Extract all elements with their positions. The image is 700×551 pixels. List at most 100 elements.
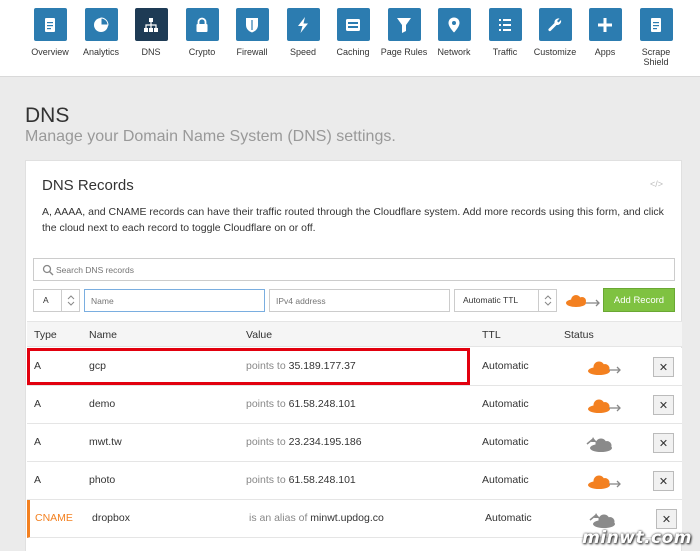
location-pin-icon	[437, 8, 471, 41]
nav-item-network[interactable]: Network	[430, 8, 478, 57]
nav-item-crypto[interactable]: Crypto	[178, 8, 226, 57]
nav-item-label: Crypto	[188, 47, 216, 57]
cloud-proxied-icon[interactable]	[584, 473, 622, 491]
nav-item-analytics[interactable]: Analytics	[77, 8, 125, 57]
record-name[interactable]: photo	[89, 474, 115, 486]
nav-item-label: Network	[437, 47, 471, 57]
nav-item-customize[interactable]: Customize	[531, 8, 579, 57]
nav-item-label: DNS	[141, 47, 161, 57]
nav-item-caching[interactable]: Caching	[329, 8, 377, 57]
ttl-value: Automatic TTL	[463, 295, 519, 305]
record-ttl[interactable]: Automatic	[482, 398, 529, 410]
record-ttl[interactable]: Automatic	[482, 436, 529, 448]
lightning-icon	[286, 8, 320, 41]
search-input[interactable]	[56, 261, 656, 278]
record-ttl[interactable]: Automatic	[485, 512, 532, 524]
card-title: DNS Records	[42, 177, 134, 194]
page-title: DNS	[25, 104, 70, 127]
record-type-value: A	[43, 295, 49, 305]
cloud-proxied-icon[interactable]	[584, 397, 622, 415]
record-name[interactable]: demo	[89, 398, 115, 410]
pie-chart-icon	[84, 8, 118, 41]
record-value: 61.58.248.101	[288, 474, 356, 486]
chevron-updown-icon[interactable]	[61, 290, 79, 311]
page-subtitle: Manage your Domain Name System (DNS) set…	[25, 128, 396, 145]
record-value: minwt.updog.co	[310, 512, 384, 524]
highlight-box	[27, 348, 470, 385]
record-name[interactable]: mwt.tw	[89, 436, 122, 448]
nav-item-label: Caching	[336, 47, 370, 57]
nav-item-page-rules[interactable]: Page Rules	[380, 8, 428, 57]
watermark: minwt.com	[582, 528, 692, 548]
nav-item-label: Firewall	[236, 47, 268, 57]
delete-record-button[interactable]: ✕	[653, 395, 674, 415]
record-value-prefix: points to	[246, 436, 286, 448]
table-header: Type Name Value TTL Status	[27, 321, 682, 347]
search-icon	[42, 264, 54, 276]
nav-item-traffic[interactable]: Traffic	[481, 8, 529, 57]
record-name[interactable]: dropbox	[92, 512, 130, 524]
card-description: A, AAAA, and CNAME records can have thei…	[42, 206, 664, 234]
record-ttl[interactable]: Automatic	[482, 474, 529, 486]
name-input[interactable]	[84, 289, 265, 312]
record-type[interactable]: CNAME	[35, 512, 73, 524]
server-icon	[336, 8, 370, 41]
record-value-prefix: points to	[246, 398, 286, 410]
header-ttl: TTL	[482, 329, 501, 341]
nav-item-overview[interactable]: Overview	[26, 8, 74, 57]
nav-item-label: Speed	[289, 47, 317, 57]
search-box	[33, 258, 675, 281]
record-value: 23.234.195.186	[288, 436, 362, 448]
nav-item-label: Overview	[31, 47, 69, 57]
add-record-button[interactable]: Add Record	[603, 288, 675, 312]
nav-item-label: Analytics	[82, 47, 119, 57]
chevron-updown-icon[interactable]	[538, 290, 556, 311]
document-icon	[639, 8, 673, 41]
ipv4-input[interactable]	[269, 289, 450, 312]
delete-record-button[interactable]: ✕	[653, 433, 674, 453]
nav-item-apps[interactable]: Apps	[581, 8, 629, 57]
shield-icon	[235, 8, 269, 41]
nav-item-label: Customize	[533, 47, 577, 57]
header-value: Value	[246, 329, 273, 341]
wrench-icon	[538, 8, 572, 41]
record-ttl[interactable]: Automatic	[482, 360, 529, 372]
record-value-cell[interactable]: points to 23.234.195.186	[246, 436, 362, 448]
network-tree-icon	[134, 8, 168, 41]
record-value-prefix: is an alias of	[249, 512, 308, 524]
nav-item-label: Page Rules	[380, 47, 428, 57]
collapse-icon[interactable]: </>	[650, 179, 663, 189]
document-icon	[33, 8, 67, 41]
delete-record-button[interactable]: ✕	[653, 471, 674, 491]
record-type-select[interactable]: A	[33, 289, 80, 312]
table-row: Ademo points to 61.58.248.101 Automatic ✕	[27, 386, 682, 424]
top-nav: Overview Analytics DNS Crypto Firewall Speed C…	[0, 0, 700, 77]
delete-record-button[interactable]: ✕	[653, 357, 674, 377]
table-row: Amwt.tw points to 23.234.195.186 Automatic…	[27, 424, 682, 462]
record-type[interactable]: A	[34, 474, 41, 486]
record-type[interactable]: A	[34, 436, 41, 448]
plus-icon	[588, 8, 622, 41]
cloud-dns-only-icon[interactable]	[584, 435, 622, 453]
delete-record-button[interactable]: ✕	[656, 509, 677, 529]
header-status: Status	[564, 329, 594, 341]
nav-item-firewall[interactable]: Firewall	[228, 8, 276, 57]
cloud-dns-only-icon[interactable]	[587, 511, 625, 529]
nav-item-label: Traffic	[492, 47, 518, 57]
cloud-proxied-icon[interactable]	[584, 359, 622, 377]
record-type[interactable]: A	[34, 398, 41, 410]
nav-item-scrape-shield[interactable]: Scrape Shield	[632, 8, 680, 67]
list-icon	[488, 8, 522, 41]
header-type: Type	[34, 329, 57, 341]
nav-item-label: Apps	[594, 47, 616, 57]
record-value-cell[interactable]: points to 61.58.248.101	[246, 474, 356, 486]
ttl-select[interactable]: Automatic TTL	[454, 289, 557, 312]
lock-icon	[185, 8, 219, 41]
cloud-toggle-icon[interactable]	[562, 293, 602, 309]
record-value-prefix: points to	[246, 474, 286, 486]
record-value-cell[interactable]: points to 61.58.248.101	[246, 398, 356, 410]
nav-item-dns[interactable]: DNS	[127, 8, 175, 57]
record-value-cell[interactable]: is an alias of minwt.updog.co	[249, 512, 384, 524]
table-row: Aphoto points to 61.58.248.101 Automatic ✕	[27, 462, 682, 500]
nav-item-speed[interactable]: Speed	[279, 8, 327, 57]
